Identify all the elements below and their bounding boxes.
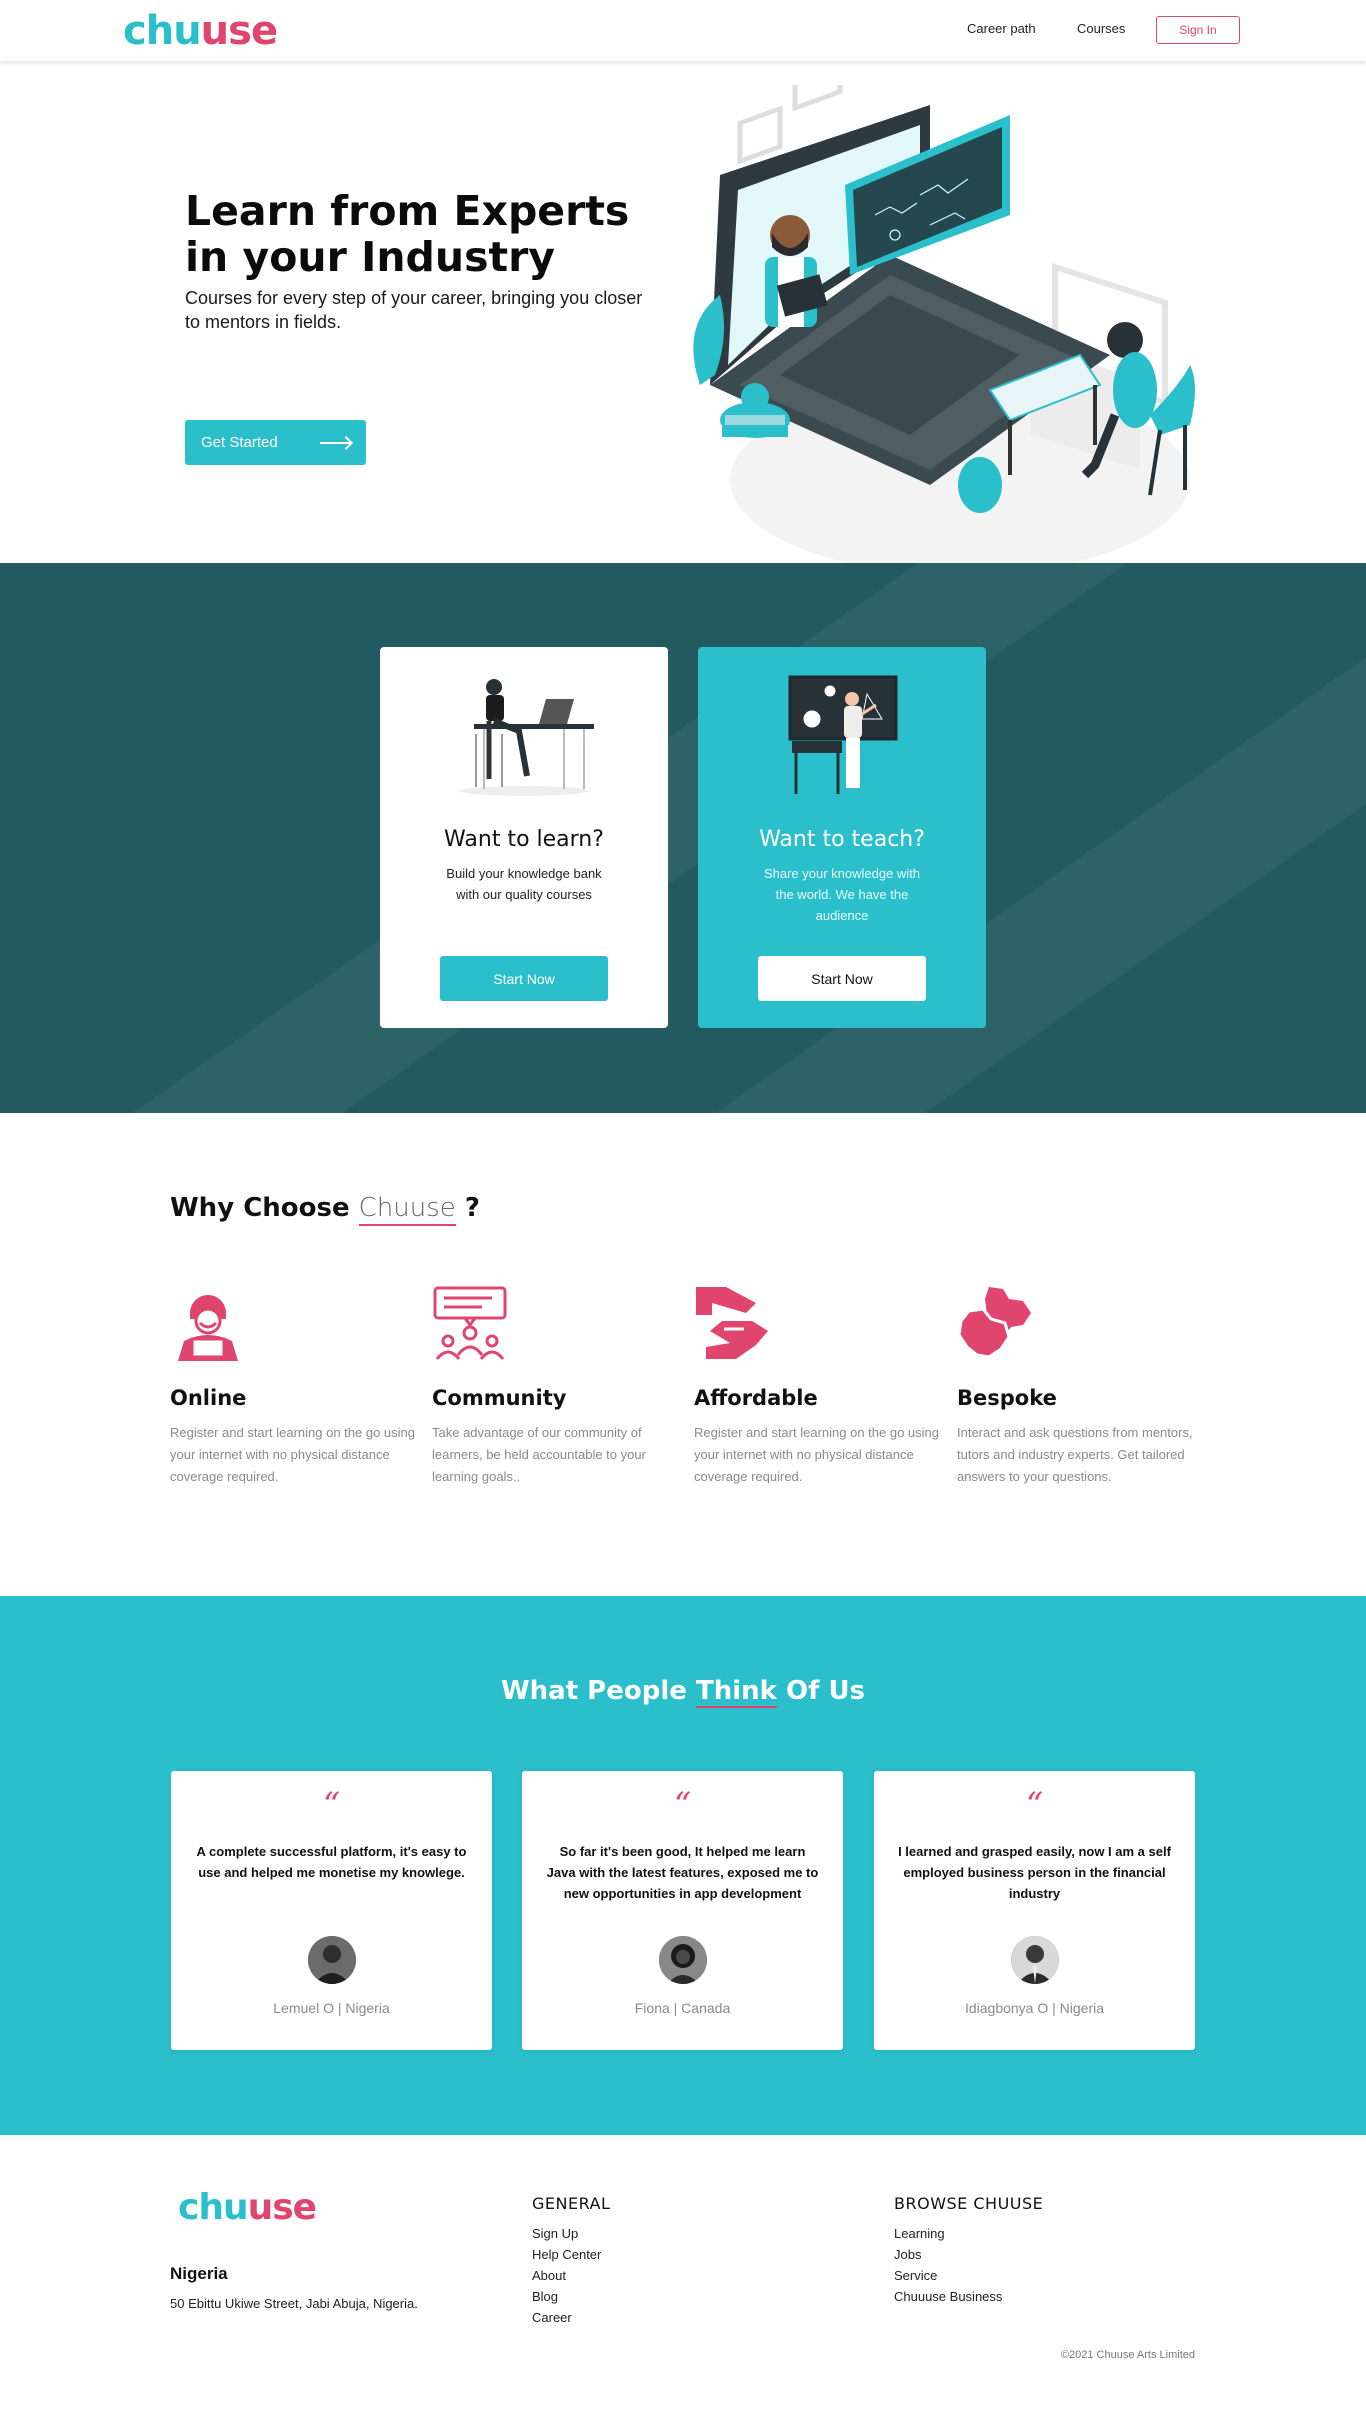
testimonial-message: I learned and grasped easily, now I am a… (898, 1844, 1171, 1901)
nav-link-courses[interactable]: Courses (1077, 21, 1125, 36)
testimonials-title: What People Think Of Us (0, 1676, 1366, 1708)
quote-icon: “ (1025, 1785, 1044, 1825)
hand-offer-icon (696, 1287, 768, 1359)
quote-icon: “ (673, 1785, 692, 1825)
teach-start-now-button[interactable]: Start Now (758, 956, 926, 1001)
footer-browse-column: BROWSE CHUUSE Learning Jobs Service Chuu… (894, 2194, 1043, 2307)
feature-text: Register and start learning on the go us… (170, 1425, 415, 1484)
footer-browse-heading: BROWSE CHUUSE (894, 2194, 1044, 2213)
footer-link-jobs[interactable]: Jobs (894, 2244, 1043, 2265)
feature-community: Community Take advantage of our communit… (432, 1285, 680, 1488)
hero-laptop-teacher-illustration (693, 85, 1195, 575)
feature-title: Bespoke (957, 1386, 1057, 1410)
learn-card-text: Build your knowledge bank with our quali… (446, 866, 602, 902)
learn-start-now-button[interactable]: Start Now (440, 956, 608, 1001)
feature-title: Online (170, 1386, 247, 1410)
testi-title-highlight: Think (695, 1676, 777, 1708)
learn-card-title: Want to learn? (444, 827, 604, 852)
teacher-at-blackboard-illustration (788, 675, 898, 794)
feature-text: Take advantage of our community of learn… (432, 1425, 646, 1484)
page: chuuse Career path Courses Sign In Learn… (0, 0, 1366, 2426)
feature-text: Interact and ask questions from mentors,… (957, 1425, 1193, 1484)
why-choose-title: Why Choose Chuuse ? (170, 1193, 480, 1226)
footer-link-career[interactable]: Career (532, 2307, 610, 2328)
footer-link-learning[interactable]: Learning (894, 2223, 1043, 2244)
learn-teach-band (0, 563, 1366, 1113)
footer-general-column: GENERAL Sign Up Help Center About Blog C… (532, 2194, 610, 2328)
learn-card: Want to learn? Build your knowledge bank… (380, 647, 668, 1028)
footer-link-chuuuse-business[interactable]: Chuuuse Business (894, 2286, 1043, 2307)
footer-country: Nigeria (170, 2264, 228, 2283)
footer-address: 50 Ebittu Ukiwe Street, Jabi Abuja, Nige… (170, 2296, 418, 2311)
footer-logo[interactable]: chuuse (178, 2187, 317, 2228)
why-title-suffix: ? (455, 1193, 480, 1223)
testi-title-prefix: What People (500, 1676, 696, 1706)
copyright: ©2021 Chuuse Arts Limited (1060, 2349, 1195, 2361)
testimonial-message: So far it's been good, It helped me lear… (546, 1844, 819, 1901)
logo-part-2: use (247, 2187, 317, 2228)
avatar (659, 1936, 707, 1984)
teach-card-text: Share your knowledge with the world. We … (763, 866, 921, 923)
why-title-brand: Chuuse (358, 1193, 456, 1226)
hero-subtitle: Courses for every step of your career, b… (185, 288, 643, 332)
feature-title: Community (432, 1386, 567, 1410)
puzzle-badges-icon (957, 1287, 1031, 1359)
feature-online: Online Register and start learning on th… (170, 1285, 418, 1488)
teach-card-title: Want to teach? (759, 827, 925, 852)
testimonial-author: Fiona | Canada (634, 2000, 731, 2016)
nav-link-career-path[interactable]: Career path (967, 21, 1036, 36)
footer-link-sign-up[interactable]: Sign Up (532, 2223, 610, 2244)
logo[interactable]: chuuse (123, 8, 278, 54)
online-learner-icon (178, 1295, 238, 1361)
testimonial-card: “ I learned and grasped easily, now I am… (874, 1771, 1195, 2050)
logo-part-2: use (200, 8, 278, 54)
logo-part-1: chu (178, 2187, 249, 2228)
footer-link-help-center[interactable]: Help Center (532, 2244, 610, 2265)
footer-link-blog[interactable]: Blog (532, 2286, 610, 2307)
testimonial-author: Lemuel O | Nigeria (273, 2000, 390, 2016)
testi-title-suffix: Of Us (776, 1676, 866, 1706)
quote-icon: “ (322, 1785, 341, 1825)
arrow-right-icon (320, 442, 350, 444)
why-title-prefix: Why Choose (170, 1193, 359, 1223)
feature-bespoke: Bespoke Interact and ask questions from … (957, 1285, 1205, 1488)
community-icon (433, 1286, 507, 1360)
feature-text: Register and start learning on the go us… (694, 1425, 939, 1484)
get-started-button[interactable]: Get Started (185, 420, 366, 465)
feature-affordable: Affordable Register and start learning o… (694, 1285, 942, 1488)
logo-part-1: chu (123, 8, 202, 54)
avatar (1011, 1936, 1059, 1984)
testimonial-card: “ A complete successful platform, it's e… (171, 1771, 492, 2050)
footer-link-about[interactable]: About (532, 2265, 610, 2286)
student-at-laptop-illustration (459, 679, 594, 796)
avatar (308, 1936, 356, 1984)
hero-title: Learn from Experts in your Industry (185, 187, 630, 281)
get-started-label: Get Started (201, 434, 278, 451)
testimonial-card: “ So far it's been good, It helped me le… (522, 1771, 843, 2050)
footer-general-heading: GENERAL (532, 2194, 611, 2213)
footer-link-service[interactable]: Service (894, 2265, 1043, 2286)
teach-card: Want to teach? Share your knowledge with… (698, 647, 986, 1028)
sign-in-button[interactable]: Sign In (1156, 16, 1240, 44)
testimonial-author: Idiagbonya O | Nigeria (964, 2000, 1105, 2016)
top-nav: chuuse Career path Courses Sign In (0, 0, 1366, 61)
feature-title: Affordable (694, 1386, 818, 1410)
testimonial-message: A complete successful platform, it's eas… (196, 1844, 467, 1880)
